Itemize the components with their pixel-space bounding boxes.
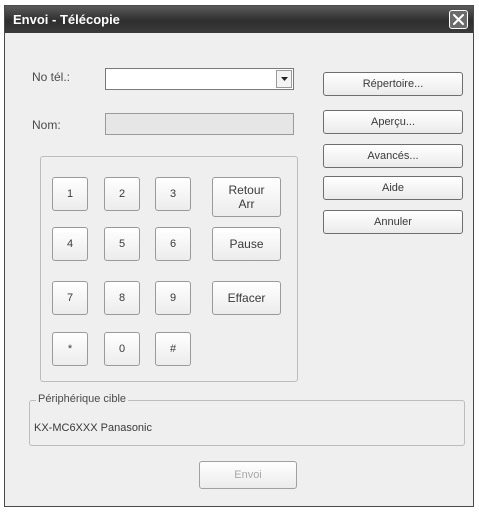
pause-button[interactable]: Pause <box>212 227 281 261</box>
preview-button[interactable]: Aperçu... <box>323 110 463 134</box>
backspace-button[interactable]: Retour Arr <box>212 177 281 217</box>
target-device-label: Périphérique cible <box>36 393 129 405</box>
key-1[interactable]: 1 <box>52 177 88 211</box>
key-7[interactable]: 7 <box>52 281 88 315</box>
send-button[interactable]: Envoi <box>199 461 297 489</box>
clear-button[interactable]: Effacer <box>212 281 281 315</box>
title-bar[interactable]: Envoi - Télécopie <box>5 6 473 33</box>
cancel-button[interactable]: Annuler <box>323 210 463 234</box>
key-0[interactable]: 0 <box>104 332 140 366</box>
close-button[interactable] <box>449 10 468 29</box>
target-device-group: Périphérique cible KX-MC6XXX Panasonic <box>29 393 465 446</box>
number-combobox[interactable] <box>105 68 294 90</box>
dropdown-button[interactable] <box>276 70 292 88</box>
key-9[interactable]: 9 <box>155 281 191 315</box>
key-hash[interactable]: # <box>155 332 191 366</box>
key-6[interactable]: 6 <box>155 227 191 261</box>
keypad-group: 1 2 3 4 5 6 7 8 9 * 0 # Retour Arr Pause… <box>40 156 298 382</box>
key-5[interactable]: 5 <box>104 227 140 261</box>
key-4[interactable]: 4 <box>52 227 88 261</box>
name-label: Nom: <box>32 118 61 132</box>
key-3[interactable]: 3 <box>155 177 191 211</box>
fax-send-dialog: Envoi - Télécopie No tél.: Nom: Répertoi… <box>4 5 474 507</box>
help-button[interactable]: Aide <box>323 176 463 200</box>
name-field[interactable] <box>105 113 294 135</box>
directory-button[interactable]: Répertoire... <box>323 72 463 96</box>
key-2[interactable]: 2 <box>104 177 140 211</box>
close-icon <box>453 14 464 25</box>
target-device-value: KX-MC6XXX Panasonic <box>34 422 152 434</box>
key-star[interactable]: * <box>52 332 88 366</box>
advanced-button[interactable]: Avancés... <box>323 144 463 168</box>
chevron-down-icon <box>281 77 288 81</box>
window-title: Envoi - Télécopie <box>13 12 120 27</box>
number-label: No tél.: <box>32 70 71 84</box>
key-8[interactable]: 8 <box>104 281 140 315</box>
